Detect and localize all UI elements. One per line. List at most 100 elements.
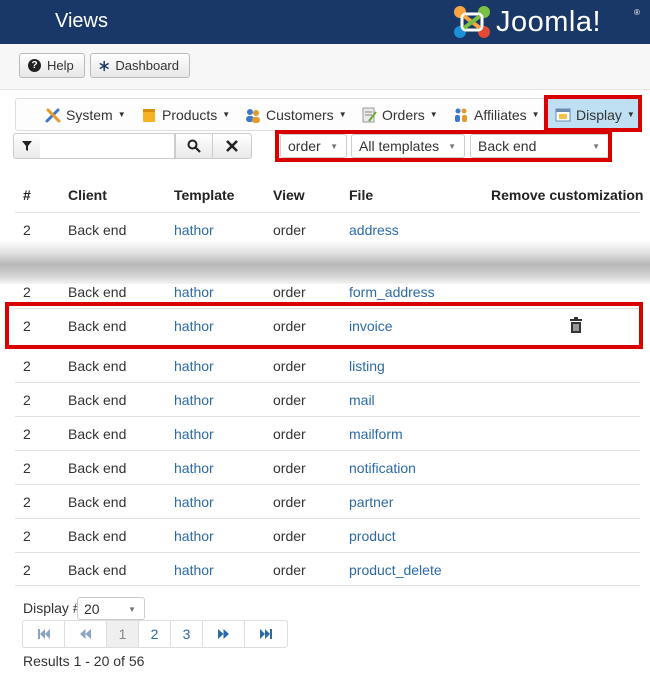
chevron-down-icon: ▼ bbox=[592, 142, 600, 151]
col-header-file[interactable]: File bbox=[349, 187, 373, 203]
cell-num: 2 bbox=[23, 392, 31, 408]
cell-file-link[interactable]: mailform bbox=[349, 426, 403, 442]
fast-forward-icon bbox=[218, 629, 229, 639]
view-select[interactable]: order ▼ bbox=[280, 134, 347, 158]
cell-view: order bbox=[273, 528, 306, 544]
filter-toggle-button[interactable] bbox=[13, 133, 41, 159]
dashboard-button[interactable]: Dashboard bbox=[90, 53, 190, 78]
header-bar: Views Joomla! ® bbox=[0, 0, 650, 44]
first-page-button[interactable] bbox=[23, 621, 65, 647]
joomla-logo-icon bbox=[454, 6, 490, 38]
blurred-region bbox=[0, 240, 650, 284]
chevron-down-icon: ▼ bbox=[128, 605, 136, 614]
cell-client: Back end bbox=[68, 284, 127, 300]
cell-template-link[interactable]: hathor bbox=[174, 562, 214, 578]
page-2-button[interactable]: 2 bbox=[139, 621, 171, 647]
menu-label-customers: Customers bbox=[266, 106, 334, 123]
cell-template-link[interactable]: hathor bbox=[174, 392, 214, 408]
orders-icon bbox=[362, 107, 377, 122]
cell-num: 2 bbox=[23, 426, 31, 442]
table-row: 2 Back end hathor order partner bbox=[15, 484, 640, 518]
client-select[interactable]: Back end ▼ bbox=[470, 134, 609, 158]
col-header-view[interactable]: View bbox=[273, 187, 305, 203]
clear-button[interactable] bbox=[212, 133, 252, 159]
page-1-button[interactable]: 1 bbox=[107, 621, 139, 647]
cell-num: 2 bbox=[23, 358, 31, 374]
table-row: 2 Back end hathor order mailform bbox=[15, 416, 640, 450]
cell-view: order bbox=[273, 494, 306, 510]
page-3-button[interactable]: 3 bbox=[171, 621, 203, 647]
search-input[interactable] bbox=[40, 133, 175, 159]
cell-view: order bbox=[273, 358, 306, 374]
chevron-down-icon: ▼ bbox=[531, 110, 540, 119]
col-header-client[interactable]: Client bbox=[68, 187, 107, 203]
col-header-num[interactable]: # bbox=[23, 187, 31, 203]
cell-file-link[interactable]: mail bbox=[349, 392, 375, 408]
cell-template-link[interactable]: hathor bbox=[174, 318, 214, 334]
first-page-icon bbox=[37, 629, 50, 639]
view-select-value: order bbox=[288, 138, 321, 154]
cell-template-link[interactable]: hathor bbox=[174, 528, 214, 544]
table-row: 2 Back end hathor order invoice bbox=[15, 308, 640, 348]
cell-view: order bbox=[273, 562, 306, 578]
cell-file-link[interactable]: listing bbox=[349, 358, 385, 374]
table-row: 2 Back end hathor order product bbox=[15, 518, 640, 552]
menu-item-customers[interactable]: Customers ▼ bbox=[244, 99, 347, 130]
cell-client: Back end bbox=[68, 222, 127, 238]
prev-page-button[interactable] bbox=[65, 621, 107, 647]
cell-template-link[interactable]: hathor bbox=[174, 358, 214, 374]
joomla-logo: Joomla! ® bbox=[452, 4, 642, 40]
funnel-icon bbox=[22, 141, 32, 151]
cell-num: 2 bbox=[23, 284, 31, 300]
cell-file-link[interactable]: form_address bbox=[349, 284, 435, 300]
cell-file-link[interactable]: product_delete bbox=[349, 562, 442, 578]
cell-template-link[interactable]: hathor bbox=[174, 494, 214, 510]
users-icon bbox=[246, 108, 260, 123]
last-page-button[interactable] bbox=[245, 621, 287, 647]
display-count-select[interactable]: 20 ▼ bbox=[77, 597, 145, 620]
cell-num: 2 bbox=[23, 222, 31, 238]
menu-item-orders[interactable]: Orders ▼ bbox=[360, 99, 438, 130]
cell-file-link[interactable]: product bbox=[349, 528, 396, 544]
cell-template-link[interactable]: hathor bbox=[174, 284, 214, 300]
cell-num: 2 bbox=[23, 318, 31, 334]
cell-file-link[interactable]: notification bbox=[349, 460, 416, 476]
cell-file-link[interactable]: invoice bbox=[349, 318, 393, 334]
cell-client: Back end bbox=[68, 460, 127, 476]
cell-view: order bbox=[273, 460, 306, 476]
display-count-value: 20 bbox=[84, 600, 100, 617]
cell-template-link[interactable]: hathor bbox=[174, 426, 214, 442]
remove-customization-button[interactable] bbox=[570, 317, 582, 336]
menu-label-system: System bbox=[66, 106, 113, 123]
cell-template-link[interactable]: hathor bbox=[174, 222, 214, 238]
chevron-down-icon: ▼ bbox=[429, 110, 438, 119]
cell-view: order bbox=[273, 392, 306, 408]
next-page-button[interactable] bbox=[203, 621, 245, 647]
col-header-template[interactable]: Template bbox=[174, 187, 234, 203]
menu-item-display[interactable]: Display ▼ bbox=[546, 99, 640, 130]
help-button[interactable]: ? Help bbox=[19, 53, 85, 78]
menu-item-affiliates[interactable]: Affiliates ▼ bbox=[452, 99, 540, 130]
menu-label-display: Display bbox=[576, 106, 622, 123]
asterisk-icon bbox=[99, 60, 109, 71]
menu-label-orders: Orders bbox=[382, 106, 425, 123]
cell-num: 2 bbox=[23, 562, 31, 578]
cell-client: Back end bbox=[68, 426, 127, 442]
help-label: Help bbox=[47, 58, 74, 73]
cell-view: order bbox=[273, 222, 306, 238]
cell-client: Back end bbox=[68, 358, 127, 374]
registered-mark: ® bbox=[634, 8, 640, 17]
table-header: # Client Template View File Remove custo… bbox=[15, 178, 643, 212]
menu-item-products[interactable]: Products ▼ bbox=[140, 99, 230, 130]
menu-item-system[interactable]: System ▼ bbox=[44, 99, 126, 130]
template-select[interactable]: All templates ▼ bbox=[351, 134, 465, 158]
cell-file-link[interactable]: partner bbox=[349, 494, 393, 510]
cell-template-link[interactable]: hathor bbox=[174, 460, 214, 476]
chevron-down-icon: ▼ bbox=[117, 110, 126, 119]
cell-client: Back end bbox=[68, 392, 127, 408]
rewind-icon bbox=[80, 629, 91, 639]
table-row: 2 Back end hathor order notification bbox=[15, 450, 640, 484]
cell-file-link[interactable]: address bbox=[349, 222, 399, 238]
search-button[interactable] bbox=[175, 133, 213, 159]
display-icon bbox=[555, 108, 571, 121]
